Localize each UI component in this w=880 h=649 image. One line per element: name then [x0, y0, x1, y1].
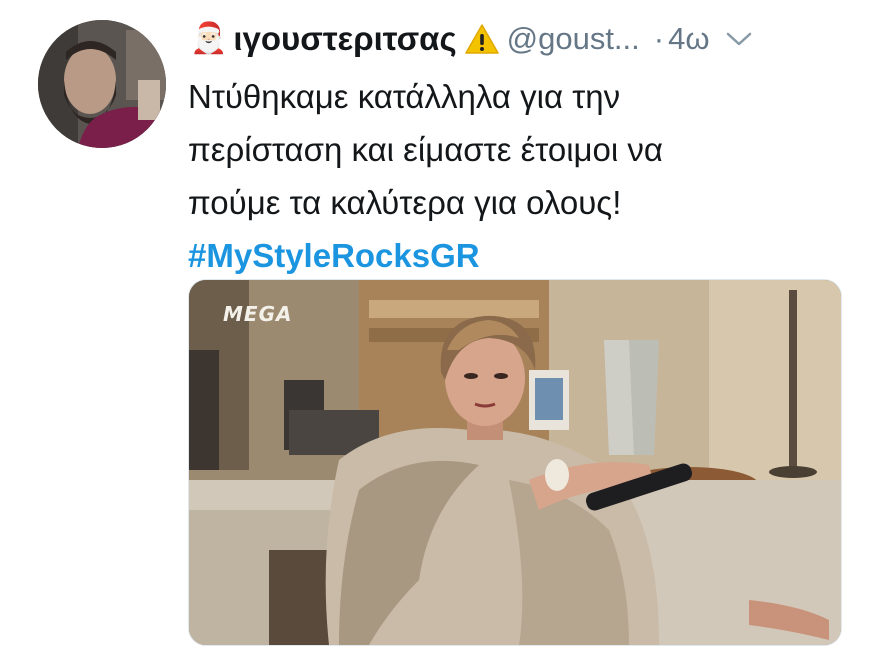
author-handle[interactable]: @goust...: [507, 21, 640, 57]
author-avatar[interactable]: [38, 20, 166, 148]
hashtag-link[interactable]: #MyStyleRocksGR: [188, 229, 848, 282]
author-display-name[interactable]: ιγουστεριτσας: [233, 20, 456, 58]
tweet-text-line: περίσταση και είμαστε έτοιμοι να: [188, 131, 663, 168]
tweet-media-image[interactable]: MEGA: [188, 279, 842, 646]
chevron-down-icon[interactable]: [726, 31, 752, 47]
tweet-text: Ντύθηκαμε κατάλληλα για την περίσταση κα…: [188, 70, 848, 282]
channel-logo: MEGA: [223, 302, 293, 326]
tweet-header: 🎅🏻 ιγουστεριτσας @goust... · 4ω: [190, 14, 850, 64]
tweet-timestamp[interactable]: 4ω: [668, 21, 709, 57]
santa-emoji-icon: 🎅🏻: [190, 22, 228, 55]
warning-icon: [464, 24, 499, 54]
separator-dot: ·: [653, 21, 665, 56]
tweet-text-line: πούμε τα καλύτερα για ολους!: [188, 184, 622, 221]
tweet-text-line: Ντύθηκαμε κατάλληλα για την: [188, 78, 621, 115]
